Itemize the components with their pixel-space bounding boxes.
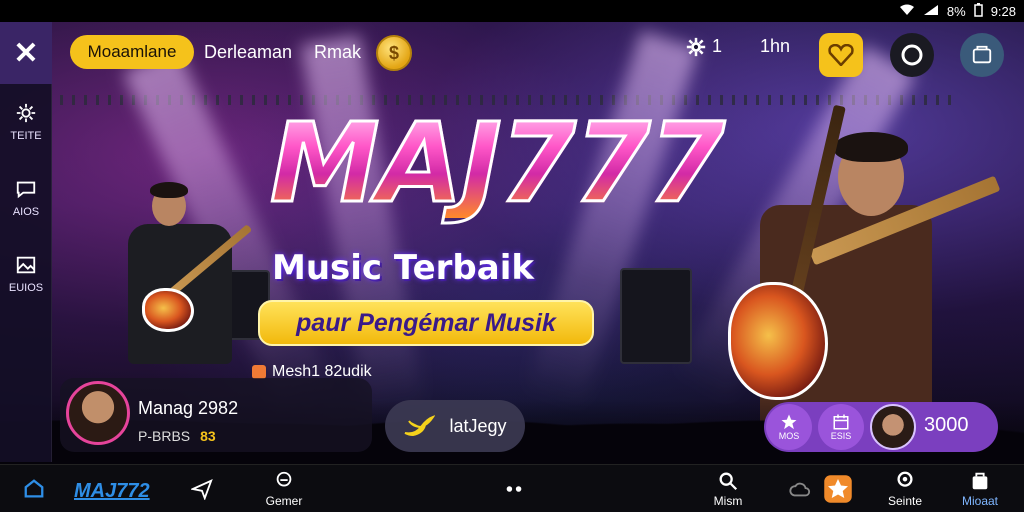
record-button[interactable]	[890, 33, 934, 77]
twitter-share-button[interactable]: latJegy	[385, 400, 525, 452]
sidebar-item-label: AIOS	[12, 206, 40, 218]
sidebar-item-chat[interactable]: AIOS	[0, 160, 52, 236]
bag-icon	[972, 472, 988, 490]
nav-label: Mioaat	[961, 494, 999, 508]
calendar-button[interactable]: ESIS	[818, 404, 864, 450]
heart-icon	[828, 44, 854, 66]
heart-button[interactable]	[819, 33, 863, 77]
nav-star[interactable]	[820, 465, 856, 512]
coin-icon[interactable]: $	[376, 35, 412, 71]
close-button[interactable]: ✕	[0, 22, 52, 84]
settings-count: 1	[712, 36, 723, 56]
time-label: 1hn	[760, 36, 791, 56]
wallet-icon	[972, 45, 992, 64]
gear-icon	[16, 103, 36, 123]
score-value: 3000	[924, 414, 969, 436]
nav-search[interactable]: Mism	[706, 465, 750, 512]
star-icon	[824, 475, 852, 503]
nav-label: Gemer	[265, 494, 303, 508]
circle-icon	[901, 44, 923, 66]
sidebar-item-label: TEITE	[10, 130, 42, 142]
nav-profile[interactable]: Seinte	[880, 465, 930, 512]
battery-percent: 8%	[946, 3, 966, 19]
send-icon	[191, 479, 213, 500]
stage-amplifier	[620, 268, 692, 364]
wifi-icon	[899, 4, 915, 19]
profile-name: Manag 2982	[138, 398, 239, 418]
clock: 9:28	[990, 3, 1016, 19]
top-pill-button[interactable]: Moaamlane	[70, 35, 194, 69]
star-icon	[781, 414, 797, 430]
wallet-button[interactable]	[960, 33, 1004, 77]
nav-home[interactable]	[20, 465, 48, 512]
app-logo-link[interactable]: MAJ772	[74, 480, 150, 503]
bird-pill-label: latJegy	[449, 415, 507, 436]
battery-icon	[973, 2, 983, 20]
search-icon	[719, 472, 738, 491]
signal-icon	[923, 4, 939, 19]
avatar[interactable]	[66, 381, 130, 445]
home-icon	[24, 479, 44, 498]
sidebar-item-settings[interactable]: TEITE	[0, 84, 52, 160]
star-reward-button[interactable]: MOS	[766, 404, 812, 450]
settings-counter[interactable]: 1	[686, 36, 722, 57]
gear-icon	[686, 37, 706, 56]
nav-label: Mism	[713, 494, 743, 508]
chat-bubble-icon	[16, 181, 36, 199]
calendar-icon	[833, 414, 849, 430]
nav-cloud[interactable]	[784, 465, 816, 512]
cloud-icon	[789, 482, 811, 497]
status-bar: 8% 9:28	[0, 0, 1024, 22]
player-avatar[interactable]	[870, 404, 916, 450]
calendar-label: ESIS	[830, 431, 852, 441]
nav-bag[interactable]: Mioaat	[952, 465, 1008, 512]
nav-more[interactable]	[498, 465, 530, 512]
nav-game[interactable]: Gemer	[254, 465, 314, 512]
profile-badge: 83	[200, 428, 216, 444]
game-icon	[276, 471, 292, 487]
nav-label: Seinte	[887, 494, 923, 508]
profile-sub: P-BRBS 83	[138, 428, 216, 444]
hero-title: MAJ777	[268, 99, 726, 227]
image-icon	[16, 256, 36, 274]
dots-icon	[506, 486, 522, 492]
top-tab-2[interactable]: Rmak	[314, 42, 361, 63]
sidebar-item-gallery[interactable]: EUIOS	[0, 236, 52, 312]
left-sidebar: ✕ TEITE AIOS EUIOS	[0, 22, 52, 462]
bottom-navigation: Gemer Mism Seinte Mioaat	[0, 464, 1024, 512]
nav-send[interactable]	[186, 465, 218, 512]
bird-icon	[405, 415, 436, 437]
hero-subtitle: Music Terbaik	[272, 248, 534, 288]
top-tab-1[interactable]: Derleaman	[204, 42, 292, 63]
star-reward-label: MOS	[778, 431, 800, 441]
hero-tagline[interactable]: paur Pengémar Musik	[258, 300, 594, 346]
profile-sub-text: P-BRBS	[138, 428, 191, 444]
close-icon: ✕	[13, 36, 39, 70]
profile-icon	[897, 471, 913, 487]
tag-icon	[252, 365, 266, 379]
sidebar-item-label: EUIOS	[8, 282, 44, 294]
